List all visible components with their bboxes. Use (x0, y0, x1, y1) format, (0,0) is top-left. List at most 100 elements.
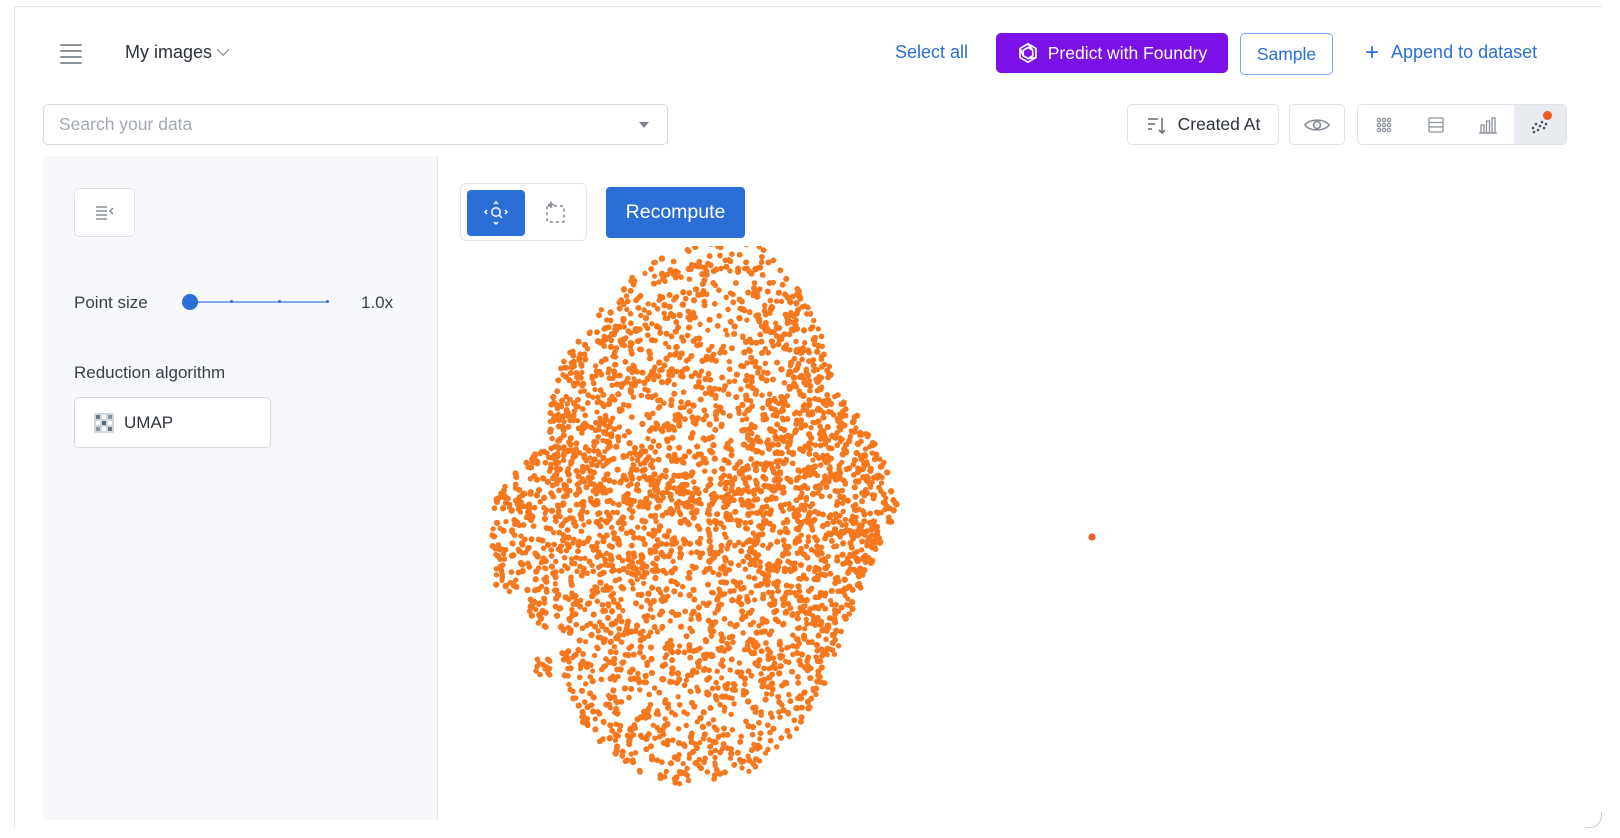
scatter-point[interactable] (740, 687, 747, 694)
scatter-point[interactable] (579, 714, 585, 720)
scatter-point[interactable] (812, 451, 819, 458)
scatter-point[interactable] (526, 563, 533, 570)
scatter-point[interactable] (729, 597, 736, 604)
scatter-point[interactable] (711, 496, 718, 503)
scatter-point[interactable] (573, 598, 580, 604)
scatter-point[interactable] (640, 503, 647, 510)
scatter-point[interactable] (616, 305, 623, 312)
scatter-point[interactable] (732, 280, 739, 287)
scatter-point[interactable] (706, 667, 712, 674)
scatter-point[interactable] (679, 459, 686, 465)
scatter-point[interactable] (767, 511, 773, 518)
scatter-point[interactable] (873, 509, 880, 515)
scatter-point[interactable] (612, 361, 619, 368)
scatter-point[interactable] (769, 628, 775, 634)
scatter-point[interactable] (847, 566, 854, 573)
scatter-point[interactable] (618, 699, 625, 705)
scatter-point[interactable] (652, 574, 659, 582)
scatter-point[interactable] (787, 605, 794, 611)
scatter-point[interactable] (611, 694, 618, 701)
scatter-point[interactable] (757, 736, 763, 742)
scatter-point[interactable] (690, 297, 698, 304)
scatter-point[interactable] (566, 596, 572, 603)
scatter-point[interactable] (791, 380, 798, 388)
scatter-point[interactable] (558, 568, 565, 574)
scatter-point[interactable] (799, 348, 806, 355)
scatter-point[interactable] (515, 546, 521, 552)
scatter-point[interactable] (786, 659, 792, 666)
scatter-point[interactable] (759, 271, 766, 278)
scatter-point[interactable] (731, 701, 737, 707)
scatter-point[interactable] (774, 359, 780, 366)
scatter-point[interactable] (686, 408, 693, 415)
scatter-point[interactable] (611, 396, 618, 403)
scatter-point[interactable] (736, 660, 743, 666)
scatter-point[interactable] (561, 485, 568, 492)
scatter-point[interactable] (861, 452, 868, 458)
scatter-point[interactable] (659, 759, 665, 765)
scatter-point[interactable] (797, 561, 805, 568)
scatter-point[interactable] (761, 463, 768, 469)
scatter-point[interactable] (798, 714, 805, 721)
scatter-point[interactable] (666, 291, 673, 299)
scatter-point[interactable] (851, 457, 859, 464)
scatter-point[interactable] (581, 699, 588, 705)
scatter-point[interactable] (800, 572, 807, 579)
scatter-point[interactable] (842, 516, 849, 523)
scatter-point[interactable] (550, 394, 557, 401)
scatter-point[interactable] (739, 306, 747, 313)
scatter-point[interactable] (757, 264, 764, 271)
scatter-point[interactable] (794, 615, 801, 622)
scatter-point[interactable] (560, 432, 567, 439)
scatter-point[interactable] (630, 586, 636, 592)
scatter-point[interactable] (563, 407, 570, 413)
scatter-point[interactable] (851, 429, 857, 435)
scatter-point[interactable] (705, 526, 711, 533)
scatter-point[interactable] (566, 681, 572, 688)
scatter-point[interactable] (722, 557, 729, 564)
scatter-point[interactable] (794, 550, 801, 557)
scatter-point[interactable] (668, 709, 675, 716)
scatter-point[interactable] (578, 515, 585, 522)
scatter-point[interactable] (595, 394, 601, 400)
scatter-point[interactable] (775, 693, 782, 700)
scatter-point[interactable] (707, 476, 714, 483)
scatter-point[interactable] (500, 562, 506, 568)
scatter-point[interactable] (798, 532, 804, 538)
scatter-point[interactable] (775, 618, 782, 625)
scatter-point[interactable] (743, 525, 749, 531)
scatter-point[interactable] (604, 509, 610, 516)
scatter-point[interactable] (828, 455, 834, 462)
scatter-point[interactable] (727, 667, 733, 673)
scatter-point[interactable] (806, 610, 813, 617)
scatter-point[interactable] (648, 655, 655, 663)
scatter-point[interactable] (838, 628, 844, 635)
scatter-point[interactable] (548, 563, 556, 570)
scatter-point[interactable] (566, 659, 572, 665)
scatter-point[interactable] (733, 371, 741, 378)
scatter-point[interactable] (813, 654, 819, 660)
scatter-point[interactable] (839, 459, 845, 466)
scatter-point[interactable] (663, 587, 669, 593)
scatter-point[interactable] (717, 589, 724, 596)
scatter-point[interactable] (700, 709, 707, 716)
scatter-point[interactable] (789, 668, 795, 675)
scatter-point[interactable] (758, 338, 765, 345)
scatter-point[interactable] (578, 361, 585, 368)
scatter-point[interactable] (714, 322, 721, 329)
scatter-point[interactable] (727, 258, 734, 265)
scatter-point[interactable] (664, 315, 671, 322)
scatter-point[interactable] (737, 738, 744, 745)
scatter-point[interactable] (801, 664, 808, 671)
scatter-point[interactable] (744, 434, 752, 441)
scatter-point[interactable] (818, 544, 825, 551)
scatter-point[interactable] (527, 490, 534, 497)
scatter-point[interactable] (659, 662, 666, 669)
scatter-point[interactable] (827, 646, 833, 652)
scatter-point[interactable] (637, 643, 644, 651)
scatter-point[interactable] (572, 592, 579, 599)
scatter-point[interactable] (826, 445, 832, 451)
scatter-point[interactable] (491, 533, 498, 540)
scatter-point[interactable] (761, 411, 768, 418)
scatter-point[interactable] (802, 502, 809, 509)
